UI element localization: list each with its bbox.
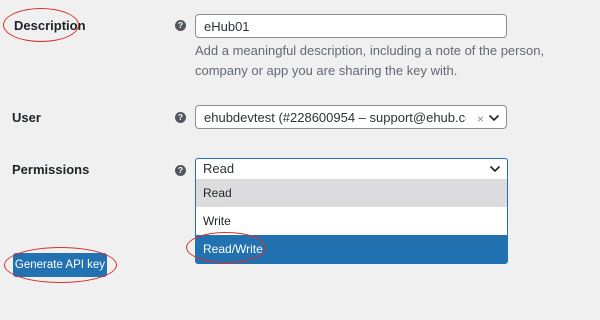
description-input[interactable]: eHub01 (195, 14, 507, 38)
permissions-select[interactable]: Read Read Write Read/Write (195, 158, 508, 264)
description-label: Description (14, 18, 86, 33)
permissions-select-current[interactable]: Read (196, 159, 507, 179)
permissions-option-write[interactable]: Write (196, 207, 507, 235)
description-help-icon[interactable]: ? (175, 20, 186, 31)
user-help-icon[interactable]: ? (175, 112, 186, 123)
permissions-help-icon[interactable]: ? (175, 165, 186, 176)
user-label: User (12, 110, 41, 125)
chevron-down-icon[interactable] (488, 114, 500, 122)
user-select[interactable]: ehubdevtest (#228600954 – support@ehub.c… (195, 105, 507, 129)
description-help-text: Add a meaningful description, including … (195, 43, 545, 78)
permissions-option-read-write[interactable]: Read/Write (196, 235, 507, 263)
permissions-option-read[interactable]: Read (196, 179, 507, 207)
user-select-value: ehubdevtest (#228600954 – support@ehub.c… (204, 109, 466, 125)
permissions-select-value: Read (203, 161, 235, 176)
chevron-down-icon[interactable] (489, 165, 501, 173)
clear-icon[interactable]: × (477, 112, 484, 126)
description-input-value: eHub01 (204, 18, 250, 34)
permissions-label: Permissions (12, 162, 90, 177)
generate-api-key-button[interactable]: Generate API key (13, 253, 107, 277)
